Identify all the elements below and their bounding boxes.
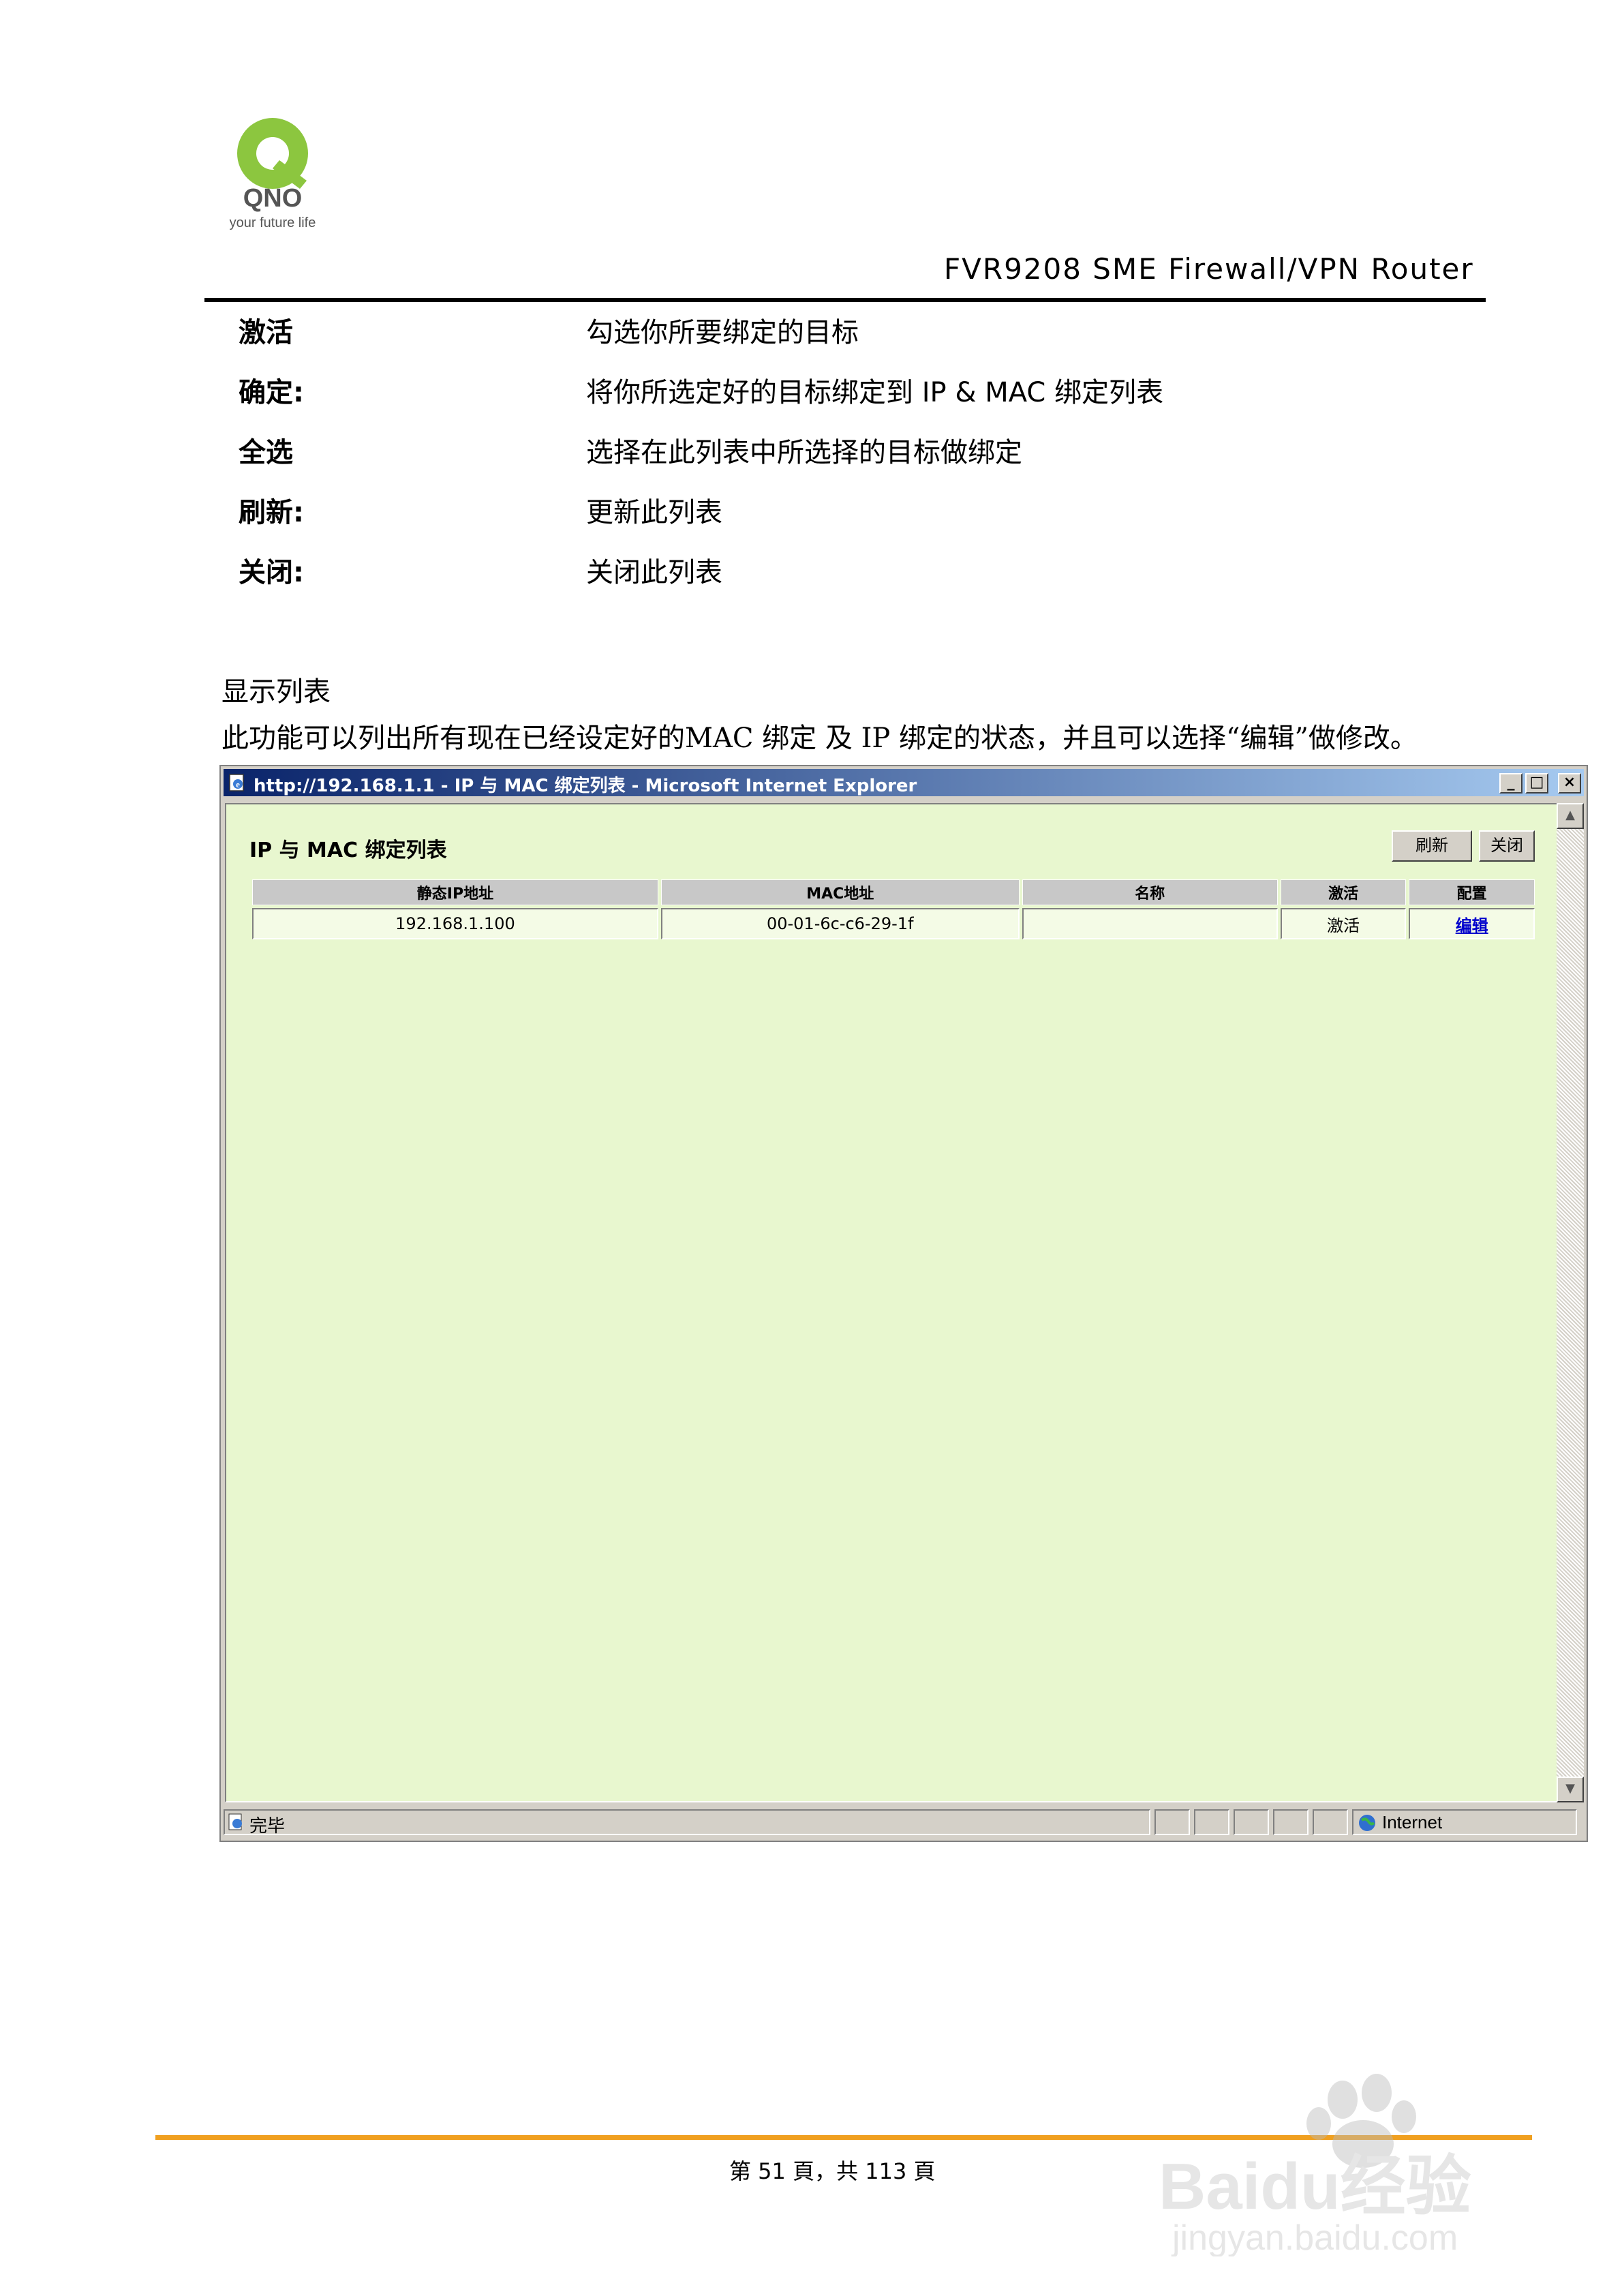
definition-term: 确定: <box>239 377 304 408</box>
status-cell <box>1273 1809 1309 1835</box>
baidu-jingyan-watermark: Baidu经验 jingyan.baidu.com <box>1159 2074 1471 2256</box>
definition-desc: 将你所选定好的目标绑定到 IP & MAC 绑定列表 <box>586 377 1164 408</box>
status-cell <box>1313 1809 1348 1835</box>
column-header: MAC地址 <box>660 879 1020 905</box>
ie-title-bar[interactable]: e http://192.168.1.1 - IP 与 MAC 绑定列表 - M… <box>224 769 1584 796</box>
definition-term: 激活 <box>239 317 293 348</box>
table-row: 192.168.1.100 00-01-6c-c6-29-1f 激活 编辑 <box>252 908 1535 939</box>
name-cell <box>1022 908 1278 939</box>
column-header: 名称 <box>1022 879 1278 905</box>
qno-logo: QNO your future life <box>230 118 316 230</box>
definition-term: 刷新: <box>239 497 304 528</box>
ie-window-title: http://192.168.1.1 - IP 与 MAC 绑定列表 - Mic… <box>254 776 917 796</box>
binding-table: 静态IP地址 MAC地址 名称 激活 配置 192.168.1.100 00-0… <box>249 877 1537 942</box>
status-bar: 完毕 Internet <box>224 1807 1584 1838</box>
ip-cell: 192.168.1.100 <box>252 908 658 939</box>
page-done-icon <box>228 1813 242 1830</box>
minimize-button[interactable]: _ <box>1499 773 1522 794</box>
logo-tagline: your future life <box>230 215 316 230</box>
status-text: 完毕 <box>249 1816 286 1837</box>
status-cell <box>1154 1809 1190 1835</box>
active-cell: 激活 <box>1280 908 1407 939</box>
zone-text: Internet <box>1382 1812 1443 1832</box>
scroll-down-arrow-icon[interactable]: ▼ <box>1557 1777 1584 1802</box>
column-header: 静态IP地址 <box>252 879 658 905</box>
ie-window: e http://192.168.1.1 - IP 与 MAC 绑定列表 - M… <box>219 765 1588 1842</box>
status-main-cell: 完毕 <box>224 1809 1150 1837</box>
logo-brand: QNO <box>243 184 303 213</box>
header-divider <box>204 298 1486 302</box>
mac-cell: 00-01-6c-c6-29-1f <box>660 908 1020 939</box>
document-header-title: FVR9208 SME Firewall/VPN Router <box>944 252 1474 286</box>
column-header: 激活 <box>1280 879 1407 905</box>
list-title: IP 与 MAC 绑定列表 <box>249 839 447 862</box>
edit-link[interactable]: 编辑 <box>1456 916 1488 935</box>
watermark-url: jingyan.baidu.com <box>1171 2218 1458 2256</box>
column-header: 配置 <box>1409 879 1535 905</box>
ie-page-icon: e <box>229 774 244 791</box>
definition-desc: 选择在此列表中所选择的目标做绑定 <box>586 437 1022 468</box>
status-cell <box>1194 1809 1229 1835</box>
definition-desc: 关闭此列表 <box>586 557 722 588</box>
definition-desc: 更新此列表 <box>586 497 722 528</box>
internet-globe-icon <box>1359 1815 1375 1831</box>
close-window-button[interactable]: × <box>1558 773 1581 794</box>
svg-text:e: e <box>236 779 240 789</box>
ie-page-content: IP 与 MAC 绑定列表 刷新 关闭 静态IP地址 MAC地址 名称 激活 配… <box>225 803 1558 1802</box>
page-number: 第 51 頁，共 113 頁 <box>729 2158 936 2184</box>
definition-term: 全选 <box>239 437 293 468</box>
status-cell <box>1234 1809 1269 1835</box>
zone-cell: Internet <box>1352 1809 1577 1835</box>
definition-desc: 勾选你所要绑定的目标 <box>586 317 859 348</box>
vertical-scrollbar[interactable]: ▲ ▼ <box>1557 803 1584 1802</box>
close-list-button[interactable]: 关闭 <box>1479 830 1535 862</box>
table-header-row: 静态IP地址 MAC地址 名称 激活 配置 <box>252 879 1535 905</box>
maximize-button[interactable]: □ <box>1525 773 1548 794</box>
section-title: 显示列表 <box>221 676 331 708</box>
section-description: 此功能可以列出所有现在已经设定好的MAC 绑定 及 IP 绑定的状态，并且可以选… <box>221 723 1418 754</box>
config-cell: 编辑 <box>1409 908 1535 939</box>
refresh-button[interactable]: 刷新 <box>1392 830 1472 862</box>
scroll-up-arrow-icon[interactable]: ▲ <box>1557 803 1584 829</box>
watermark-brand: Baidu经验 <box>1159 2150 1471 2223</box>
definition-term: 关闭: <box>239 557 304 588</box>
